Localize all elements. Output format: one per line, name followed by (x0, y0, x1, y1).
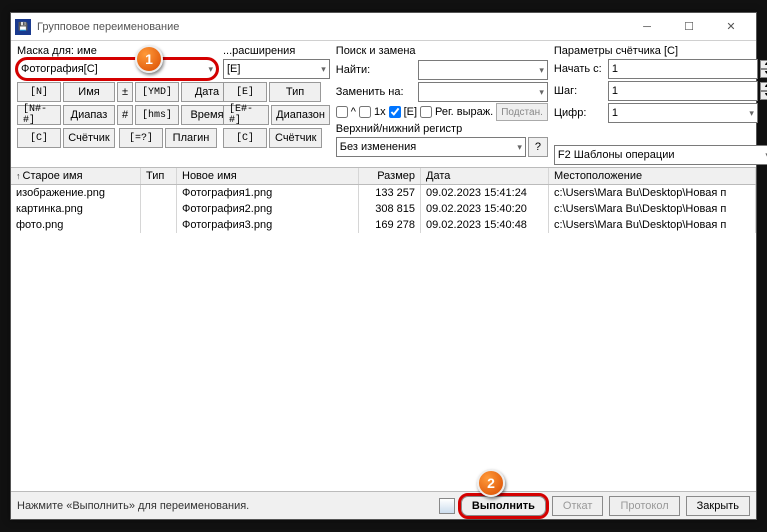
case-section-label: Верхний/нижний регистр (336, 123, 548, 135)
col-size[interactable]: Размер (359, 168, 421, 184)
start-up[interactable]: ▴ (760, 60, 767, 69)
name-mask-combo[interactable]: Фотография[C] (17, 59, 217, 79)
token-plugin-code[interactable]: [=?] (119, 128, 163, 148)
ext-mask-combo[interactable]: [E] (223, 59, 330, 79)
token-e[interactable]: [E] (223, 82, 267, 102)
digits-label: Цифр: (554, 107, 606, 119)
token-erange[interactable]: [E#-#] (223, 105, 269, 125)
col-old[interactable]: ↑Старое имя (11, 168, 141, 184)
start-label: Начать с: (554, 63, 606, 75)
search-replace-label: Поиск и замена (336, 45, 548, 57)
case-up-checkbox[interactable] (336, 106, 348, 118)
token-ext-counter[interactable]: Счётчик (269, 128, 322, 148)
footer: Нажмите «Выполнить» для переименования. … (11, 491, 756, 519)
app-icon: 💾 (15, 19, 31, 35)
step-down[interactable]: ▾ (760, 91, 767, 100)
token-type[interactable]: Тип (269, 82, 321, 102)
token-name[interactable]: Имя (63, 82, 115, 102)
find-label: Найти: (336, 64, 414, 76)
run-button[interactable]: Выполнить (461, 496, 546, 516)
help-button[interactable]: ? (528, 137, 548, 157)
undo-button[interactable]: Откат (552, 496, 604, 516)
ext-checkbox[interactable] (389, 106, 401, 118)
regex-checkbox[interactable] (420, 106, 432, 118)
token-ext-c[interactable]: [C] (223, 128, 267, 148)
minimize-button[interactable]: ─ (626, 14, 668, 40)
maximize-button[interactable]: ☐ (668, 14, 710, 40)
case-combo[interactable]: Без изменения (336, 137, 526, 157)
table-row[interactable]: изображение.pngФотография1.png133 25709.… (11, 185, 756, 201)
find-combo[interactable] (418, 60, 548, 80)
status-text: Нажмите «Выполнить» для переименования. (17, 500, 433, 512)
token-hms[interactable]: [hms] (135, 105, 179, 125)
rename-dialog: 💾 Групповое переименование ─ ☐ ✕ Маска д… (10, 12, 757, 520)
col-date[interactable]: Дата (421, 168, 549, 184)
step-input[interactable] (608, 81, 758, 101)
token-plugin[interactable]: Плагин (165, 128, 217, 148)
list-header: ↑Старое имя Тип Новое имя Размер Дата Ме… (11, 167, 756, 185)
token-range[interactable]: Диапаз (63, 105, 115, 125)
mask-ext-label: ...расширения (223, 45, 330, 57)
token-n[interactable]: [N] (17, 82, 61, 102)
start-down[interactable]: ▾ (760, 69, 767, 78)
replace-combo[interactable] (418, 82, 548, 102)
col-new[interactable]: Новое имя (177, 168, 359, 184)
token-ymd[interactable]: [YMD] (135, 82, 179, 102)
col-type[interactable]: Тип (141, 168, 177, 184)
replace-label: Заменить на: (336, 86, 414, 98)
plusminus-button[interactable]: ± (117, 82, 133, 102)
start-input[interactable] (608, 59, 758, 79)
log-button[interactable]: Протокол (609, 496, 679, 516)
once-checkbox[interactable] (359, 106, 371, 118)
counter-params-label: Параметры счётчика [C] (554, 45, 767, 57)
mask-name-label: Маска для: име (17, 45, 217, 57)
col-location[interactable]: Местоположение (549, 168, 756, 184)
table-row[interactable]: картинка.pngФотография2.png308 81509.02.… (11, 201, 756, 217)
window-title: Групповое переименование (37, 21, 626, 33)
annotation-1: 1 (135, 45, 163, 73)
digits-combo[interactable]: 1 (608, 103, 758, 123)
close-button[interactable]: ✕ (710, 14, 752, 40)
controls-row: Маска для: име Фотография[C] [N] Имя ± [… (11, 41, 756, 167)
token-counter[interactable]: Счётчик (63, 128, 115, 148)
token-ext-range[interactable]: Диапазон (271, 105, 329, 125)
token-c[interactable]: [C] (17, 128, 61, 148)
token-nrange[interactable]: [N#-#] (17, 105, 61, 125)
close-footer-button[interactable]: Закрыть (686, 496, 750, 516)
titlebar: 💾 Групповое переименование ─ ☐ ✕ (11, 13, 756, 41)
annotation-2: 2 (477, 469, 505, 497)
range-hash-button[interactable]: # (117, 105, 133, 125)
templates-combo[interactable]: F2 Шаблоны операции (554, 145, 767, 165)
table-row[interactable]: фото.pngФотография3.png169 27809.02.2023… (11, 217, 756, 233)
step-label: Шаг: (554, 85, 606, 97)
subst-button[interactable]: Подстан. (496, 103, 548, 121)
file-list[interactable]: изображение.pngФотография1.png133 25709.… (11, 185, 756, 491)
result-icon (439, 498, 455, 514)
step-up[interactable]: ▴ (760, 82, 767, 91)
